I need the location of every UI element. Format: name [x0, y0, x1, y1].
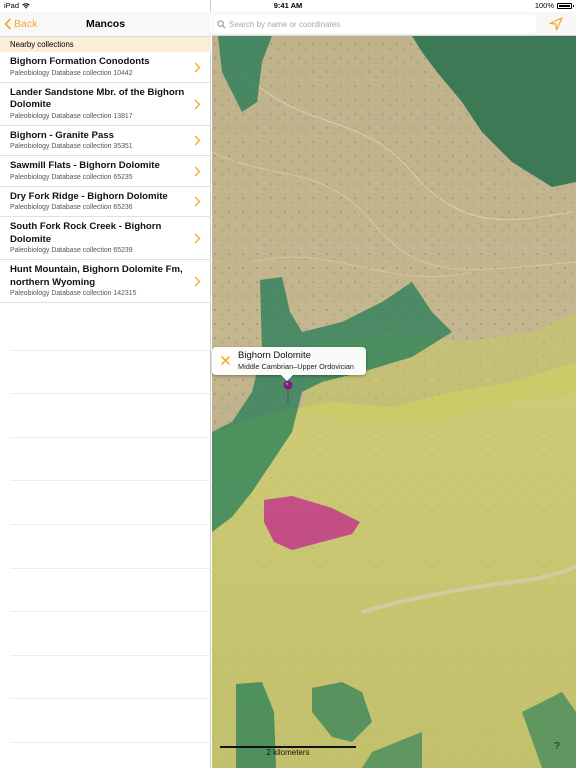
scale-label: 2 kilometers — [266, 748, 310, 757]
chevron-right-icon — [194, 62, 201, 73]
info-button[interactable]: ? — [551, 741, 563, 755]
empty-row — [10, 307, 211, 351]
close-icon[interactable] — [220, 355, 231, 366]
empty-row — [10, 525, 211, 569]
geologic-map[interactable] — [212, 12, 576, 768]
chevron-right-icon — [194, 233, 201, 244]
item-subtitle: Paleobiology Database collection 35351 — [10, 143, 133, 150]
item-subtitle: Paleobiology Database collection 10442 — [10, 69, 133, 77]
empty-list-rows — [10, 307, 211, 743]
list-item[interactable]: Hunt Mountain, Bighorn Dolomite Fm, nort… — [0, 260, 211, 303]
list-item[interactable]: Sawmill Flats - Bighorn Dolomite Paleobi… — [0, 156, 211, 187]
battery-icon — [557, 3, 574, 9]
item-title: South Fork Rock Creek - Bighorn Dolomite — [10, 221, 162, 245]
map-search-bar — [212, 12, 576, 36]
item-subtitle: Paleobiology Database collection 65239 — [10, 247, 133, 254]
item-subtitle: Paleobiology Database collection 142315 — [10, 290, 137, 297]
item-subtitle: Paleobiology Database collection 65236 — [10, 204, 133, 211]
empty-row — [10, 481, 211, 525]
item-title: Lander Sandstone Mbr. of the Bighorn Dol… — [10, 86, 185, 111]
collection-list: Bighorn Formation Conodonts Paleobiology… — [0, 52, 211, 303]
list-item[interactable]: Dry Fork Ridge - Bighorn Dolomite Paleob… — [0, 187, 211, 217]
scale-bar: 2 kilometers — [220, 744, 360, 758]
status-bar: iPad 9:41 AM 100% — [0, 0, 576, 12]
item-title: Hunt Mountain, Bighorn Dolomite Fm, nort… — [10, 264, 183, 288]
map-terrain[interactable] — [212, 12, 576, 768]
empty-row — [10, 351, 211, 395]
page-title: Mancos — [85, 18, 126, 30]
empty-row — [10, 438, 211, 482]
search-icon — [217, 19, 226, 29]
battery-percent: 100% — [534, 1, 554, 10]
list-item[interactable]: Bighorn Formation Conodonts Paleobiology… — [0, 52, 211, 83]
map-callout[interactable]: Bighorn Dolomite Middle Cambrian–Upper O… — [212, 347, 366, 381]
item-title: Dry Fork Ridge - Bighorn Dolomite — [10, 190, 168, 202]
chevron-right-icon — [194, 196, 201, 207]
status-time: 9:41 AM — [273, 1, 303, 10]
chevron-right-icon — [194, 99, 201, 109]
chevron-right-icon — [194, 276, 201, 287]
empty-row — [10, 699, 211, 743]
location-arrow-icon[interactable] — [548, 16, 564, 32]
empty-row — [10, 394, 211, 438]
list-item[interactable]: South Fork Rock Creek - Bighorn Dolomite… — [0, 217, 211, 260]
callout-subtitle: Middle Cambrian–Upper Ordovician — [238, 362, 354, 371]
sidebar: Back Mancos Nearby collections Bighorn F… — [0, 0, 211, 768]
list-item[interactable]: Bighorn - Granite Pass Paleobiology Data… — [0, 126, 211, 156]
item-subtitle: Paleobiology Database collection 13817 — [10, 112, 133, 120]
empty-row — [10, 612, 211, 656]
chevron-right-icon — [194, 135, 201, 146]
empty-row — [10, 569, 211, 613]
chevron-right-icon — [194, 166, 201, 177]
item-title: Bighorn - Granite Pass — [10, 129, 114, 141]
search-input[interactable] — [229, 19, 519, 29]
item-subtitle: Paleobiology Database collection 65235 — [10, 173, 133, 181]
item-title: Bighorn Formation Conodonts — [10, 56, 150, 67]
section-header: Nearby collections — [0, 37, 211, 52]
item-title: Sawmill Flats - Bighorn Dolomite — [10, 160, 160, 171]
map-pin-icon[interactable] — [283, 380, 293, 404]
sidebar-navbar: Back Mancos — [0, 12, 211, 37]
search-field[interactable] — [214, 15, 536, 33]
callout-title: Bighorn Dolomite — [238, 350, 311, 361]
list-item[interactable]: Lander Sandstone Mbr. of the Bighorn Dol… — [0, 83, 211, 126]
battery-status: 100% — [534, 0, 574, 12]
empty-row — [10, 656, 211, 700]
